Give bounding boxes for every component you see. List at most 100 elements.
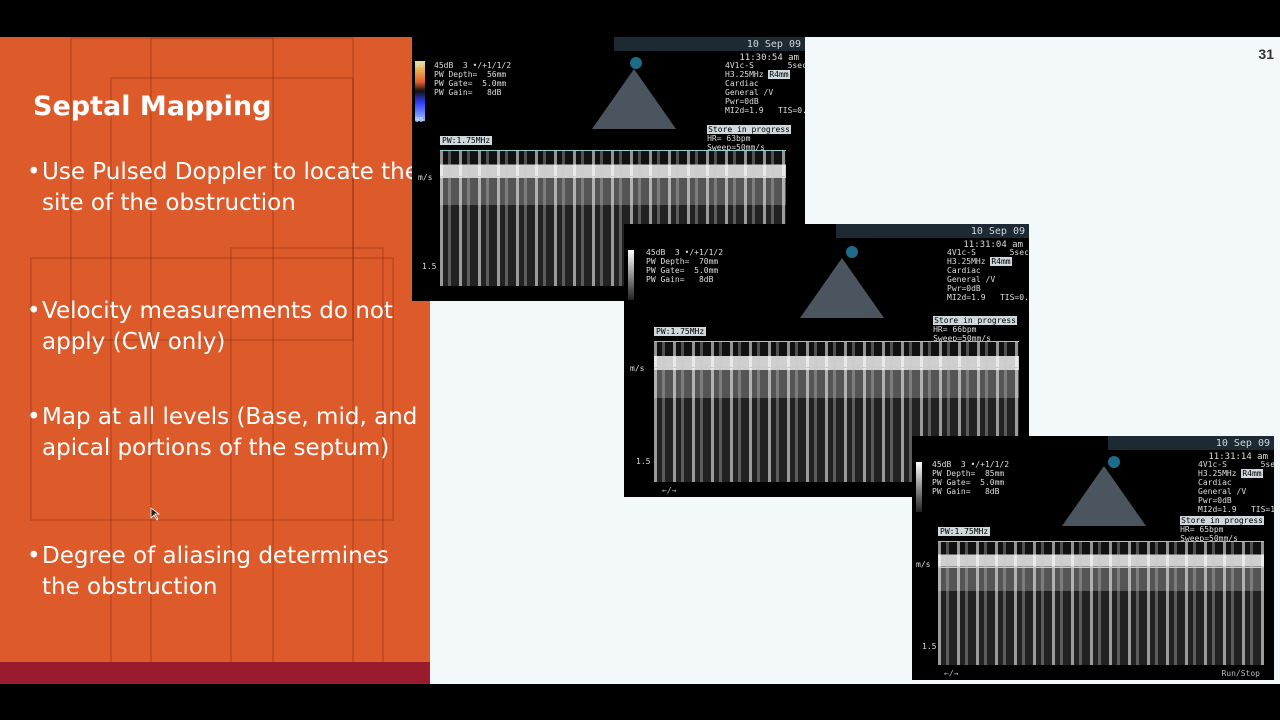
param-line: PW Depth= 56mm (434, 70, 507, 79)
acquisition-params: 45dB 3 •/+1/1/2 PW Depth= 70mm PW Gate= … (646, 248, 723, 284)
heart-rate: HR= 65bpm (1180, 525, 1224, 534)
param-line: MI2d=1.9 TIS=0.6 (947, 293, 1029, 302)
pw-frequency-label: PW:1.75MHz (938, 527, 991, 536)
param-text: H3.25MHz (947, 257, 986, 266)
cine-indicator-icon (630, 57, 642, 69)
velocity-unit-label: m/s (418, 173, 433, 182)
probe-params: 4V1c-S 5sec H3.25MHz R4mm Cardiac Genera… (1198, 460, 1274, 514)
mouse-pointer-icon (150, 507, 161, 521)
param-line: General /V (1198, 487, 1247, 496)
param-line: PW Gate= 5.0mm (434, 79, 507, 88)
param-line: PW Gain= 8dB (932, 487, 1000, 496)
bullet-text: Use Pulsed Doppler to locate the site of… (42, 159, 419, 216)
doppler-baseline (938, 567, 1264, 568)
velocity-unit-label: m/s (916, 560, 931, 569)
velocity-unit-label: m/s (630, 364, 645, 373)
param-line: H3.25MHz R4mm (1198, 469, 1272, 478)
param-badge: R4mm (768, 70, 790, 79)
doppler-baseline (440, 176, 786, 177)
param-line: Cardiac (725, 79, 759, 88)
bullet-item: • Velocity measurements do not apply (CW… (27, 296, 422, 358)
bullet-text: Degree of aliasing determines the obstru… (42, 543, 389, 600)
bullet-glyph: • (27, 298, 41, 324)
page-number: 31 (1258, 46, 1274, 62)
param-line: H3.25MHz R4mm (947, 257, 1027, 266)
gray-scale-bar (628, 250, 634, 300)
velocity-scale-value: 1.5 (636, 457, 651, 466)
store-status: Store in progress HR= 65bpm Sweep=50mm/s (1180, 516, 1264, 543)
cine-indicator-icon (1108, 456, 1120, 468)
param-line: General /V (725, 88, 774, 97)
image-date: 10 Sep 09 (746, 39, 801, 50)
param-line: General /V (947, 275, 996, 284)
title-panel: Septal Mapping • Use Pulsed Doppler to l… (0, 37, 430, 684)
bullet-glyph: • (27, 159, 41, 185)
bottom-accent-band (0, 662, 430, 684)
scroll-control[interactable]: ←/→ (662, 486, 676, 495)
param-line: PW Gain= 8dB (434, 88, 502, 97)
bullet-text: Map at all levels (Base, mid, and apical… (42, 404, 418, 461)
bullet-glyph: • (27, 404, 41, 430)
param-line: PW Depth= 70mm (646, 257, 719, 266)
echo-sector-view (592, 69, 676, 129)
param-line: 45dB 3 •/+1/1/2 (646, 248, 724, 257)
probe-params: 4V1c-S 5sec H3.25MHz R4mm Cardiac Genera… (725, 61, 805, 115)
image-header: 10 Sep 09 (614, 37, 805, 51)
velocity-scale-value: 1.5 (422, 262, 437, 271)
param-line: 4V1c-S 5sec (725, 61, 805, 70)
bullet-item: • Map at all levels (Base, mid, and apic… (27, 402, 422, 464)
store-label: Store in progress (1180, 516, 1264, 525)
color-scale-bar (415, 61, 425, 121)
doppler-image-3: 10 Sep 09 11:31:14 am 45dB 3 •/+1/1/2 PW… (912, 436, 1274, 680)
gray-scale-bar (916, 462, 922, 512)
store-status: Store in progress HR= 66bpm Sweep=50mm/s (933, 316, 1017, 343)
heart-rate: HR= 66bpm (933, 325, 977, 334)
bullet-item: • Degree of aliasing determines the obst… (27, 541, 422, 603)
param-line: PW Gate= 5.0mm (932, 478, 1005, 487)
image-header: 10 Sep 09 (836, 224, 1029, 238)
param-line: PW Gain= 8dB (646, 275, 714, 284)
slide: Septal Mapping • Use Pulsed Doppler to l… (0, 37, 1280, 684)
param-line: 45dB 3 •/+1/1/2 (434, 61, 512, 70)
param-line: Cardiac (1198, 478, 1232, 487)
acquisition-params: 45dB 3 •/+1/1/2 PW Depth= 56mm PW Gate= … (434, 61, 511, 97)
param-line: 4V1c-S 5sec (1198, 460, 1274, 469)
param-line: MI2d=1.9 TIS=0.4 (725, 106, 805, 115)
param-badge: R4mm (1241, 469, 1263, 478)
pw-frequency-label: PW:1.75MHz (654, 327, 707, 336)
run-stop-control[interactable]: Run/Stop (1221, 669, 1260, 678)
param-line: 4V1c-S 5sec (947, 248, 1029, 257)
probe-params: 4V1c-S 5sec H3.25MHz R4mm Cardiac Genera… (947, 248, 1029, 302)
param-line: Pwr=0dB (947, 284, 981, 293)
param-line: H3.25MHz R4mm (725, 70, 803, 79)
param-line: Pwr=0dB (725, 97, 759, 106)
heart-rate: HR= 63bpm (707, 134, 751, 143)
color-scale-top: 95 (415, 61, 424, 69)
store-label: Store in progress (707, 125, 791, 134)
cine-indicator-icon (846, 246, 858, 258)
param-line: Pwr=0dB (1198, 496, 1232, 505)
echo-sector-view (800, 258, 884, 318)
pw-frequency-label: PW:1.75MHz (440, 136, 493, 145)
color-scale-bottom: 95 (415, 116, 424, 124)
doppler-spectrum (938, 541, 1264, 665)
param-line: MI2d=1.9 TIS=1.0 (1198, 505, 1274, 514)
image-date: 10 Sep 09 (970, 226, 1025, 237)
param-badge: R4mm (990, 257, 1012, 266)
store-status: Store in progress HR= 63bpm Sweep=50mm/s (707, 125, 791, 152)
doppler-baseline (654, 367, 1019, 368)
acquisition-params: 45dB 3 •/+1/1/2 PW Depth= 85mm PW Gate= … (932, 460, 1009, 496)
param-text: H3.25MHz (725, 70, 764, 79)
velocity-scale-value: 1.5 (922, 642, 937, 651)
bullet-glyph: • (27, 543, 41, 569)
scroll-control[interactable]: ←/→ (944, 669, 958, 678)
image-date: 10 Sep 09 (1215, 438, 1270, 449)
param-text: H3.25MHz (1198, 469, 1237, 478)
slide-title: Septal Mapping (33, 91, 272, 122)
param-line: Cardiac (947, 266, 981, 275)
store-label: Store in progress (933, 316, 1017, 325)
bullet-text: Velocity measurements do not apply (CW o… (42, 298, 393, 355)
bullet-item: • Use Pulsed Doppler to locate the site … (27, 157, 422, 219)
param-line: 45dB 3 •/+1/1/2 (932, 460, 1010, 469)
image-header: 10 Sep 09 (1108, 436, 1274, 450)
